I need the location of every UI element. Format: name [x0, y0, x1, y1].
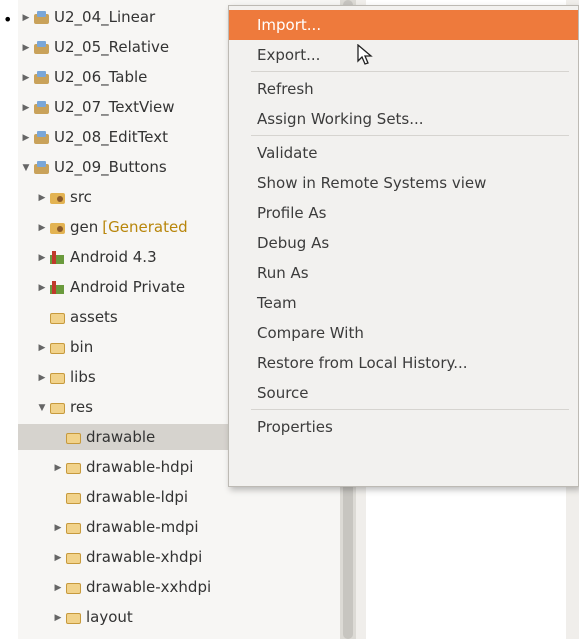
project-icon [34, 101, 50, 114]
library-icon [50, 281, 66, 294]
folder-icon [66, 611, 82, 624]
mouse-cursor-icon [357, 44, 373, 65]
collapsed-arrow-icon[interactable]: ▶ [36, 185, 48, 211]
collapsed-arrow-icon[interactable]: ▶ [36, 365, 48, 391]
folder-icon [66, 551, 82, 564]
tree-item-label: U2_08_EditText [54, 128, 168, 146]
menu-item-team[interactable]: Team [229, 288, 578, 318]
folder-icon [50, 311, 66, 324]
menu-item-import[interactable]: Import... [229, 10, 578, 40]
tree-item-label: drawable-xxhdpi [86, 578, 212, 596]
tree-item-label: U2_05_Relative [54, 38, 170, 56]
collapsed-arrow-icon[interactable]: ▶ [52, 455, 64, 481]
menu-item-compare-with[interactable]: Compare With [229, 318, 578, 348]
library-icon [50, 251, 66, 264]
folder-icon [66, 431, 82, 444]
tree-item-label: U2_04_Linear [54, 8, 156, 26]
folder-icon [66, 581, 82, 594]
tree-item-label: assets [70, 308, 118, 326]
tree-item-label: res [70, 398, 93, 416]
folder-icon [66, 521, 82, 534]
collapsed-arrow-icon[interactable]: ▶ [20, 35, 32, 61]
tree-item-label: drawable-hdpi [86, 458, 194, 476]
src-folder-icon [50, 191, 66, 204]
menu-item-validate[interactable]: Validate [229, 138, 578, 168]
menu-item-show-in-remote-systems-view[interactable]: Show in Remote Systems view [229, 168, 578, 198]
project-icon [34, 161, 50, 174]
tree-item-label: Android 4.3 [70, 248, 157, 266]
tree-item-layout[interactable]: ▶ layout [18, 604, 348, 630]
expanded-arrow-icon[interactable]: ▼ [20, 155, 32, 181]
tree-item-label: U2_06_Table [54, 68, 148, 86]
project-icon [34, 11, 50, 24]
tree-item-note: [Generated [102, 218, 188, 236]
tree-item-label: src [70, 188, 92, 206]
tree-item-label: drawable-ldpi [86, 488, 189, 506]
folder-icon [66, 461, 82, 474]
folder-icon [50, 401, 66, 414]
folder-icon [66, 491, 82, 504]
list-bullet: • [3, 10, 13, 29]
context-menu: Import... Export... Refresh Assign Working … [228, 5, 579, 487]
collapsed-arrow-icon[interactable]: ▶ [52, 515, 64, 541]
collapsed-arrow-icon[interactable]: ▶ [20, 5, 32, 31]
collapsed-arrow-icon[interactable]: ▶ [36, 215, 48, 241]
menu-item-restore-from-local-history[interactable]: Restore from Local History... [229, 348, 578, 378]
tree-item-label: Android Private [70, 278, 186, 296]
menu-item-debug-as[interactable]: Debug As [229, 228, 578, 258]
tree-item-label: U2_09_Buttons [54, 158, 167, 176]
menu-item-properties[interactable]: Properties [229, 412, 578, 442]
folder-icon [50, 341, 66, 354]
project-icon [34, 41, 50, 54]
tree-item-drawable-ldpi[interactable]: drawable-ldpi [18, 484, 348, 510]
tree-item-label: libs [70, 368, 96, 386]
menu-item-export[interactable]: Export... [229, 40, 578, 70]
collapsed-arrow-icon[interactable]: ▶ [36, 275, 48, 301]
collapsed-arrow-icon[interactable]: ▶ [20, 125, 32, 151]
collapsed-arrow-icon[interactable]: ▶ [52, 605, 64, 631]
menu-item-source[interactable]: Source [229, 378, 578, 408]
tree-item-label: drawable-xhdpi [86, 548, 203, 566]
menu-item-refresh[interactable]: Refresh [229, 74, 578, 104]
tree-item-label: layout [86, 608, 133, 626]
project-icon [34, 71, 50, 84]
collapsed-arrow-icon[interactable]: ▶ [52, 545, 64, 571]
src-folder-icon [50, 221, 66, 234]
menu-item-profile-as[interactable]: Profile As [229, 198, 578, 228]
tree-item-drawable-xxhdpi[interactable]: ▶ drawable-xxhdpi [18, 574, 348, 600]
menu-separator [251, 71, 569, 72]
menu-item-assign-working-sets[interactable]: Assign Working Sets... [229, 104, 578, 134]
collapsed-arrow-icon[interactable]: ▶ [20, 95, 32, 121]
collapsed-arrow-icon[interactable]: ▶ [36, 335, 48, 361]
collapsed-arrow-icon[interactable]: ▶ [20, 65, 32, 91]
collapsed-arrow-icon[interactable]: ▶ [52, 575, 64, 601]
folder-icon [50, 371, 66, 384]
project-icon [34, 131, 50, 144]
tree-item-label: U2_07_TextView [54, 98, 175, 116]
tree-item-label: bin [70, 338, 94, 356]
collapsed-arrow-icon[interactable]: ▶ [36, 245, 48, 271]
menu-separator [251, 409, 569, 410]
expanded-arrow-icon[interactable]: ▼ [36, 395, 48, 421]
tree-item-label: drawable [86, 428, 156, 446]
tree-item-label: gen [70, 218, 99, 236]
tree-item-drawable-xhdpi[interactable]: ▶ drawable-xhdpi [18, 544, 348, 570]
tree-item-label: drawable-mdpi [86, 518, 199, 536]
tree-item-drawable-mdpi[interactable]: ▶ drawable-mdpi [18, 514, 348, 540]
menu-separator [251, 135, 569, 136]
menu-item-run-as[interactable]: Run As [229, 258, 578, 288]
